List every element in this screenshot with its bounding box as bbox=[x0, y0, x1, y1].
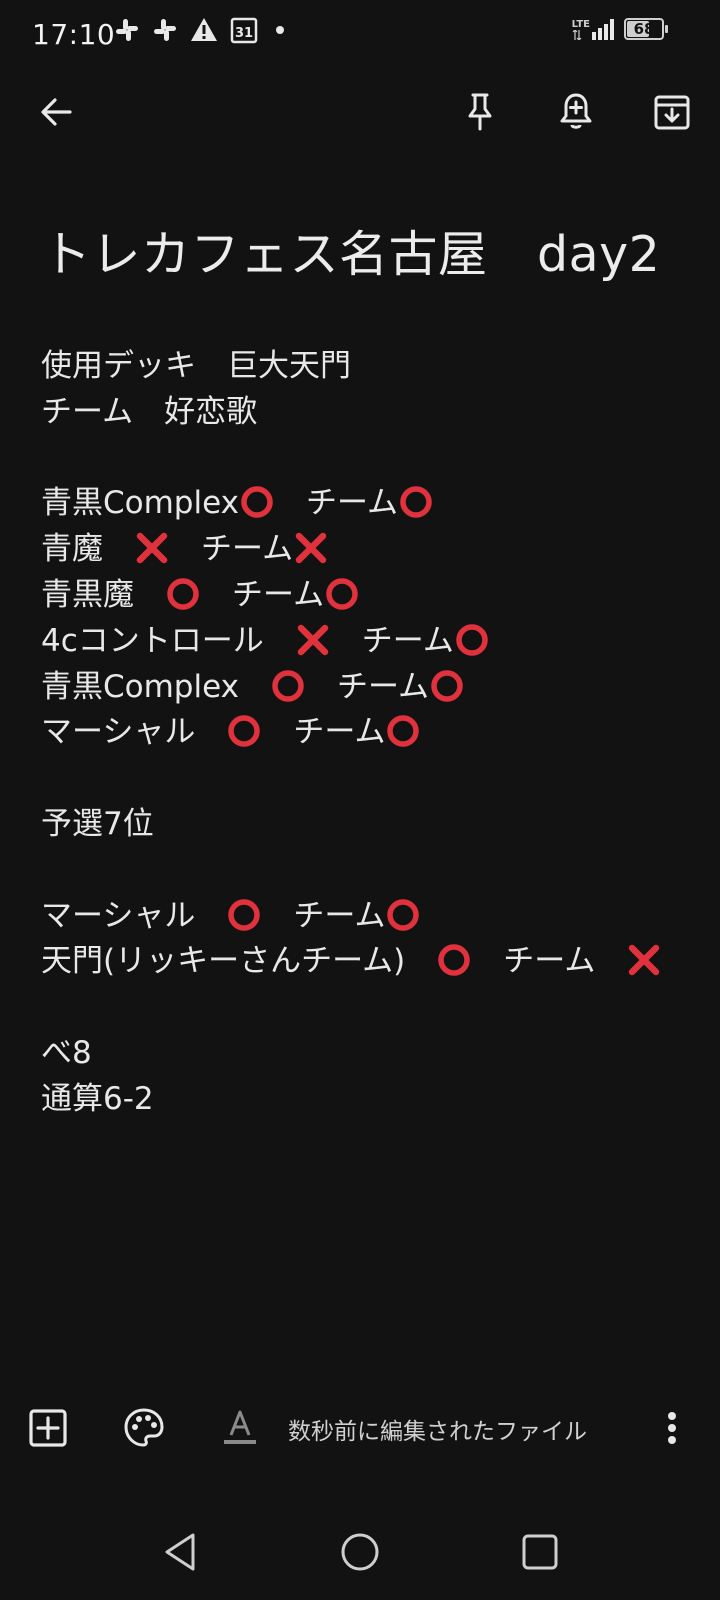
circle-mark-icon bbox=[228, 715, 261, 748]
more-options-button[interactable] bbox=[644, 1400, 700, 1456]
palette-icon bbox=[124, 1408, 164, 1447]
back-arrow-icon bbox=[41, 98, 72, 126]
signal-icon: LTE bbox=[572, 18, 616, 40]
circle-mark-icon bbox=[387, 715, 420, 748]
calendar-icon: 31 bbox=[230, 16, 258, 44]
navigation-bar bbox=[0, 1520, 720, 1584]
cross-mark-icon bbox=[136, 532, 168, 564]
circle-mark-icon bbox=[431, 669, 463, 702]
nav-home-button[interactable] bbox=[332, 1524, 388, 1580]
circle-mark-icon bbox=[387, 898, 420, 931]
note-text: 青黒Complex bbox=[41, 485, 239, 522]
note-line: チーム 好恋歌 bbox=[41, 390, 691, 436]
note-text: チーム bbox=[262, 897, 386, 934]
nav-back-icon bbox=[165, 1533, 195, 1571]
note-line: 青黒魔 チーム bbox=[41, 573, 691, 619]
note-text: 使用デッキ 巨大天門 bbox=[41, 348, 351, 384]
cross-mark-icon bbox=[297, 624, 329, 656]
calendar-day: 31 bbox=[235, 26, 253, 41]
more-vert-icon bbox=[668, 1412, 676, 1444]
circle-mark-icon bbox=[400, 486, 432, 519]
cross-mark-icon bbox=[629, 945, 660, 976]
network-type: LTE bbox=[571, 19, 590, 30]
circle-mark-icon bbox=[438, 944, 471, 977]
note-text: チーム bbox=[330, 622, 454, 659]
note-text: 青黒魔 bbox=[41, 576, 165, 613]
note-text: 青魔 bbox=[41, 531, 134, 568]
add-box-icon bbox=[29, 1409, 67, 1447]
reminder-button[interactable] bbox=[548, 84, 604, 140]
circle-mark-icon bbox=[228, 898, 261, 931]
note-line bbox=[41, 436, 691, 482]
note-text: チーム bbox=[472, 943, 627, 980]
note-text: 4cコントロール bbox=[41, 622, 295, 659]
note-line: 青魔 チーム bbox=[41, 527, 691, 573]
note-line: 予選7位 bbox=[41, 802, 691, 848]
note-text: チーム bbox=[201, 576, 325, 613]
note-text: チーム bbox=[262, 714, 386, 751]
battery-icon: 68 bbox=[624, 18, 668, 40]
note-text: マーシャル bbox=[41, 897, 227, 934]
nav-back-button[interactable] bbox=[152, 1524, 208, 1580]
note-line: 青黒Complex チーム bbox=[41, 665, 691, 711]
nav-home-icon bbox=[341, 1533, 379, 1571]
note-title[interactable]: トレカフェス名古屋 day2 bbox=[42, 215, 660, 286]
circle-mark-icon bbox=[272, 669, 304, 702]
note-text: 青黒Complex bbox=[41, 668, 270, 705]
notification-icons: 31 bbox=[114, 16, 290, 44]
last-edited-label: 数秒前に編集されたファイル bbox=[288, 1419, 587, 1445]
pin-icon bbox=[468, 93, 492, 131]
note-line: 4cコントロール チーム bbox=[41, 619, 691, 665]
add-button[interactable] bbox=[20, 1400, 76, 1456]
note-text: 天門(リッキーさんチーム) bbox=[41, 943, 437, 980]
note-text: チーム bbox=[305, 668, 430, 705]
circle-mark-icon bbox=[167, 578, 199, 610]
note-line: 天門(リッキーさんチーム) チーム bbox=[41, 939, 691, 985]
app-bar bbox=[0, 80, 720, 144]
nav-recents-icon bbox=[522, 1534, 558, 1570]
note-text: 通算6-2 bbox=[41, 1080, 154, 1117]
dot-icon bbox=[270, 17, 290, 43]
status-right: LTE 68 bbox=[572, 18, 668, 40]
note-text: チーム bbox=[170, 531, 294, 568]
note-text: チーム 好恋歌 bbox=[41, 393, 258, 430]
note-text: マーシャル bbox=[41, 714, 227, 751]
note-text: 予選7位 bbox=[41, 805, 154, 842]
text-format-button[interactable] bbox=[212, 1400, 268, 1456]
back-button[interactable] bbox=[28, 84, 84, 140]
note-line: マーシャル チーム bbox=[41, 710, 691, 756]
slack-icon bbox=[114, 17, 140, 43]
status-bar: 17:10 31 LTE 68 bbox=[0, 0, 720, 66]
note-line: 通算6-2 bbox=[41, 1077, 691, 1123]
status-time: 17:10 bbox=[32, 18, 116, 51]
note-line bbox=[41, 848, 691, 894]
note-text: べ8 bbox=[41, 1034, 92, 1071]
circle-mark-icon bbox=[326, 578, 358, 610]
note-text: チーム bbox=[274, 485, 399, 522]
bottom-toolbar: 数秒前に編集されたファイル bbox=[0, 1400, 720, 1456]
note-line: 使用デッキ 巨大天門 bbox=[41, 344, 691, 390]
battery-percent: 68 bbox=[633, 20, 655, 38]
archive-icon bbox=[654, 95, 690, 130]
cross-mark-icon bbox=[295, 532, 327, 564]
reminder-bell-icon bbox=[560, 93, 592, 129]
note-line bbox=[41, 985, 691, 1031]
note-line: 青黒Complex チーム bbox=[41, 481, 691, 527]
palette-button[interactable] bbox=[116, 1400, 172, 1456]
note-line bbox=[41, 756, 691, 802]
note-line: マーシャル チーム bbox=[41, 894, 691, 940]
archive-button[interactable] bbox=[644, 84, 700, 140]
note-body[interactable]: 使用デッキ 巨大天門 チーム 好恋歌 青黒Complex チーム 青魔 チーム 青黒魔 … bbox=[41, 344, 691, 1123]
circle-mark-icon bbox=[241, 486, 273, 519]
pin-button[interactable] bbox=[452, 84, 508, 140]
warning-icon bbox=[190, 17, 218, 43]
text-format-icon bbox=[224, 1410, 256, 1444]
slack-icon bbox=[152, 17, 178, 43]
nav-recents-button[interactable] bbox=[512, 1524, 568, 1580]
circle-mark-icon bbox=[456, 624, 488, 656]
note-line: べ8 bbox=[41, 1031, 691, 1077]
